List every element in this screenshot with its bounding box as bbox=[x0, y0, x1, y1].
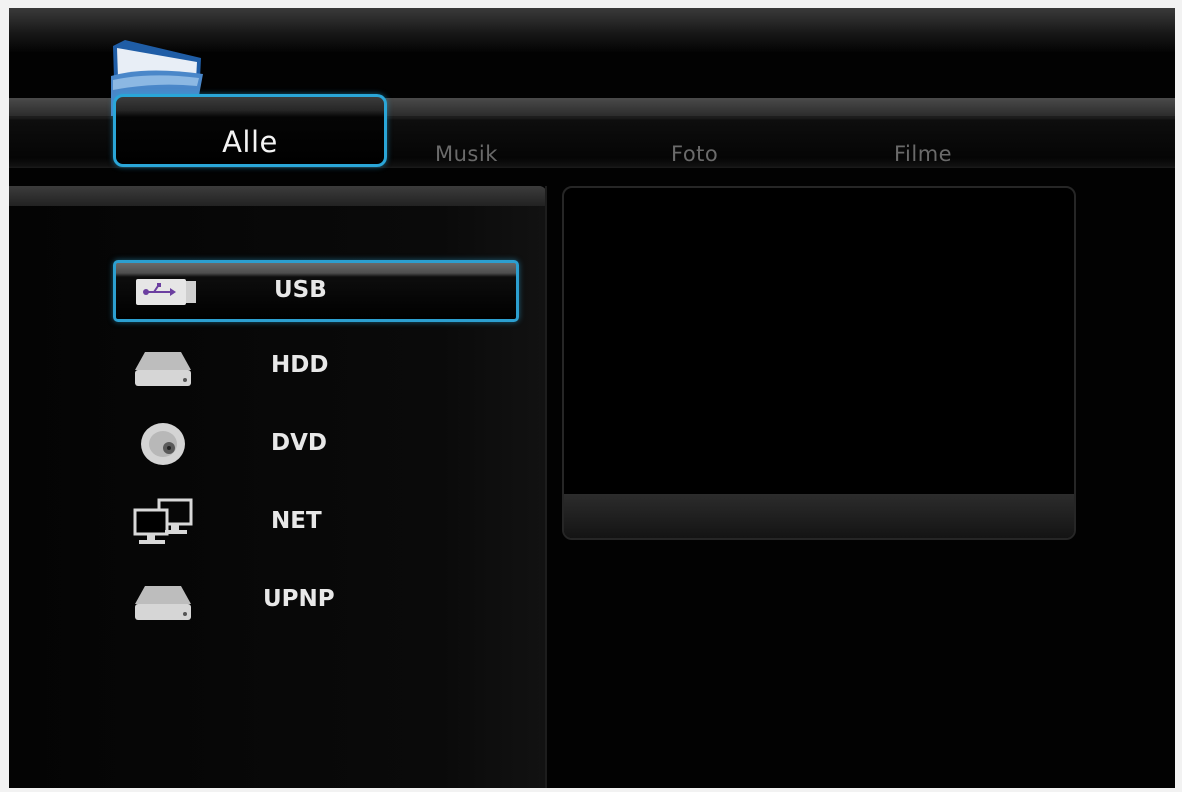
source-label-net: NET bbox=[271, 508, 322, 534]
source-item-dvd[interactable]: DVD bbox=[113, 416, 513, 472]
tab-foto[interactable]: Foto bbox=[671, 142, 718, 166]
source-item-hdd[interactable]: HDD bbox=[113, 338, 513, 394]
source-item-usb[interactable]: USB bbox=[113, 260, 519, 322]
tab-alle-label: Alle bbox=[222, 125, 278, 159]
dvd-icon bbox=[141, 423, 185, 465]
preview-pane bbox=[562, 186, 1076, 540]
tab-alle[interactable]: Alle bbox=[113, 94, 387, 167]
source-item-net[interactable]: NET bbox=[113, 494, 513, 550]
network-icon bbox=[133, 498, 193, 544]
usb-icon bbox=[136, 279, 196, 305]
panel-divider bbox=[545, 186, 547, 788]
tab-musik[interactable]: Musik bbox=[435, 142, 498, 166]
source-label-usb: USB bbox=[274, 277, 327, 303]
preview-info-bar bbox=[564, 494, 1074, 538]
source-label-upnp: UPNP bbox=[263, 586, 335, 612]
source-label-hdd: HDD bbox=[271, 352, 329, 378]
media-browser-screen: Alle Musik Foto Filme USB HDD DVD NET UP… bbox=[9, 8, 1175, 788]
upnp-icon bbox=[135, 586, 191, 620]
hdd-icon bbox=[135, 352, 191, 386]
tab-filme[interactable]: Filme bbox=[894, 142, 952, 166]
source-label-dvd: DVD bbox=[271, 430, 327, 456]
source-item-upnp[interactable]: UPNP bbox=[113, 572, 513, 628]
